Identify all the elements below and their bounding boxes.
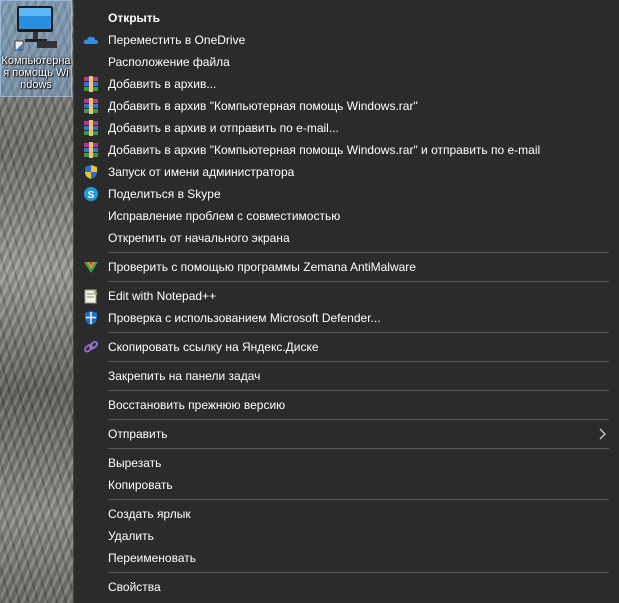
menu-item-label: Переименовать xyxy=(108,551,196,565)
menu-item-create-shortcut[interactable]: Создать ярлык xyxy=(74,503,619,525)
svg-text:S: S xyxy=(88,190,95,201)
menu-item-send-to[interactable]: Отправить xyxy=(74,423,619,445)
menu-item-restore-previous[interactable]: Восстановить прежнюю версию xyxy=(74,394,619,416)
menu-item-label: Открепить от начального экрана xyxy=(108,231,290,245)
menu-item-label: Поделиться в Skype xyxy=(108,187,221,201)
menu-item-share-skype[interactable]: S Поделиться в Skype xyxy=(74,183,619,205)
winrar-icon xyxy=(83,98,99,114)
menu-item-troubleshoot-compat[interactable]: Исправление проблем с совместимостью xyxy=(74,205,619,227)
menu-item-run-as-admin[interactable]: Запуск от имени администратора xyxy=(74,161,619,183)
notepadpp-icon xyxy=(83,288,99,304)
menu-item-label: Открыть xyxy=(108,11,161,25)
computer-monitor-icon xyxy=(10,3,62,53)
menu-separator xyxy=(108,390,609,391)
menu-item-label: Копировать xyxy=(108,478,173,492)
menu-item-label: Добавить в архив "Компьютерная помощь Wi… xyxy=(108,143,541,157)
menu-item-label: Исправление проблем с совместимостью xyxy=(108,209,341,223)
menu-item-label: Закрепить на панели задач xyxy=(108,369,261,383)
menu-item-move-to-onedrive[interactable]: Переместить в OneDrive xyxy=(74,29,619,51)
menu-item-label: Восстановить прежнюю версию xyxy=(108,398,286,412)
menu-item-unpin-start[interactable]: Открепить от начального экрана xyxy=(74,227,619,249)
winrar-icon xyxy=(83,142,99,158)
menu-item-edit-notepadpp[interactable]: Edit with Notepad++ xyxy=(74,285,619,307)
context-menu: Открыть Переместить в OneDrive Расположе… xyxy=(73,0,619,603)
menu-item-label: Добавить в архив... xyxy=(108,77,217,91)
menu-item-defender-scan[interactable]: Проверка с использованием Microsoft Defe… xyxy=(74,307,619,329)
menu-item-zemana-scan[interactable]: Проверить с помощью программы Zemana Ant… xyxy=(74,256,619,278)
yandex-disk-link-icon xyxy=(83,339,99,355)
desktop-shortcut-label: Компьютерная помощь Windows xyxy=(1,55,71,91)
menu-item-label: Расположение файла xyxy=(108,55,230,69)
menu-item-copy[interactable]: Копировать xyxy=(74,474,619,496)
uac-shield-icon xyxy=(83,164,99,180)
menu-item-label: Свойства xyxy=(108,580,161,594)
menu-item-delete[interactable]: Удалить xyxy=(74,525,619,547)
menu-item-pin-taskbar[interactable]: Закрепить на панели задач xyxy=(74,365,619,387)
menu-separator xyxy=(108,499,609,500)
menu-item-rename[interactable]: Переименовать xyxy=(74,547,619,569)
menu-item-label: Переместить в OneDrive xyxy=(108,33,246,47)
menu-item-label: Добавить в архив и отправить по e-mail..… xyxy=(108,121,339,135)
chevron-right-icon xyxy=(599,423,607,451)
menu-item-open[interactable]: Открыть xyxy=(74,7,619,29)
skype-icon: S xyxy=(83,186,99,202)
menu-item-label: Скопировать ссылку на Яндекс.Диске xyxy=(108,340,319,354)
menu-item-archive-and-email[interactable]: Добавить в архив и отправить по e-mail..… xyxy=(74,117,619,139)
menu-item-label: Создать ярлык xyxy=(108,507,191,521)
desktop-shortcut[interactable]: Компьютерная помощь Windows xyxy=(0,0,72,97)
menu-item-label: Добавить в архив "Компьютерная помощь Wi… xyxy=(108,99,418,113)
menu-item-add-to-named-archive[interactable]: Добавить в архив "Компьютерная помощь Wi… xyxy=(74,95,619,117)
menu-separator xyxy=(108,252,609,253)
defender-icon xyxy=(83,310,99,326)
menu-item-label: Запуск от имени администратора xyxy=(108,165,295,179)
menu-item-cut[interactable]: Вырезать xyxy=(74,452,619,474)
menu-item-label: Edit with Notepad++ xyxy=(108,289,217,303)
menu-separator xyxy=(108,419,609,420)
winrar-icon xyxy=(83,76,99,92)
menu-separator xyxy=(108,448,609,449)
menu-separator xyxy=(108,361,609,362)
menu-item-label: Вырезать xyxy=(108,456,162,470)
zemana-icon xyxy=(83,259,99,275)
menu-item-add-to-archive[interactable]: Добавить в архив... xyxy=(74,73,619,95)
onedrive-icon xyxy=(83,32,99,48)
menu-separator xyxy=(108,281,609,282)
menu-item-label: Удалить xyxy=(108,529,154,543)
menu-separator xyxy=(108,572,609,573)
menu-separator xyxy=(108,332,609,333)
winrar-icon xyxy=(83,120,99,136)
menu-item-copy-yandex-link[interactable]: Скопировать ссылку на Яндекс.Диске xyxy=(74,336,619,358)
menu-item-file-location[interactable]: Расположение файла xyxy=(74,51,619,73)
menu-item-label: Отправить xyxy=(108,427,168,441)
menu-item-label: Проверить с помощью программы Zemana Ant… xyxy=(108,260,416,274)
menu-item-properties[interactable]: Свойства xyxy=(74,576,619,598)
menu-item-named-archive-and-email[interactable]: Добавить в архив "Компьютерная помощь Wi… xyxy=(74,139,619,161)
menu-item-label: Проверка с использованием Microsoft Defe… xyxy=(108,311,381,325)
